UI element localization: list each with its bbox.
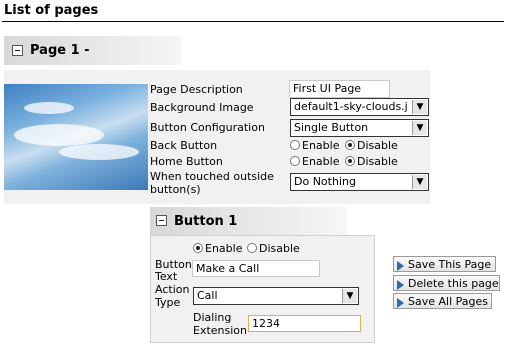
button-configuration-label: Button Configuration — [150, 121, 265, 134]
home-enable-radio[interactable] — [290, 156, 300, 166]
action-type-value: Call — [197, 289, 218, 302]
home-disable-label: Disable — [357, 155, 398, 168]
button-text-label-cont: Text — [155, 270, 178, 283]
button-disable-radio[interactable] — [247, 243, 257, 253]
save-all-pages-label: Save All Pages — [408, 295, 488, 308]
touched-outside-select[interactable]: Do Nothing ▼ — [290, 173, 429, 191]
button-enable-label: Enable — [205, 242, 243, 255]
save-all-pages-button[interactable]: Save All Pages — [393, 293, 492, 309]
action-type-label: Action — [155, 283, 190, 296]
back-disable-radio[interactable] — [345, 140, 355, 150]
button-configuration-select[interactable]: Single Button ▼ — [290, 119, 429, 137]
dropdown-arrow-icon[interactable]: ▼ — [412, 121, 427, 135]
delete-page-button[interactable]: Delete this page — [393, 275, 500, 291]
home-enable-label: Enable — [302, 155, 340, 168]
home-button-label: Home Button — [150, 155, 223, 168]
dropdown-arrow-icon[interactable]: ▼ — [412, 175, 427, 189]
cloud-shape — [14, 124, 104, 146]
touched-outside-value: Do Nothing — [294, 175, 356, 188]
back-enable-label: Enable — [302, 139, 340, 152]
background-preview-image — [4, 84, 148, 190]
button-text-field[interactable]: Make a Call — [192, 260, 320, 277]
delete-page-label: Delete this page — [408, 277, 499, 290]
cloud-shape — [59, 144, 139, 160]
touched-outside-label: When touched outside — [150, 170, 274, 183]
play-triangle-icon — [397, 280, 404, 290]
play-triangle-icon — [397, 298, 404, 308]
background-image-label: Background Image — [150, 101, 254, 114]
dropdown-arrow-icon[interactable]: ▼ — [412, 100, 427, 114]
button-disable-label: Disable — [259, 242, 300, 255]
button-1-collapse-icon[interactable] — [156, 215, 167, 226]
play-triangle-icon — [397, 261, 404, 271]
back-button-label: Back Button — [150, 139, 218, 152]
page-1-collapse-icon[interactable] — [12, 45, 23, 56]
button-configuration-value: Single Button — [294, 121, 369, 134]
dialing-extension-label-cont: Extension — [193, 324, 248, 337]
button-enable-radio[interactable] — [193, 243, 203, 253]
page-description-label: Page Description — [150, 83, 243, 96]
action-type-select[interactable]: Call ▼ — [193, 287, 359, 305]
background-image-select[interactable]: default1-sky-clouds.j ▼ — [290, 98, 429, 116]
home-disable-radio[interactable] — [345, 156, 355, 166]
button-1-title: Button 1 — [174, 214, 238, 229]
title-divider — [2, 21, 504, 22]
page-1-title: Page 1 - — [30, 43, 90, 58]
cloud-shape — [24, 102, 74, 114]
action-type-label-cont: Type — [155, 296, 181, 309]
background-image-value: default1-sky-clouds.j — [294, 100, 408, 113]
back-enable-radio[interactable] — [290, 140, 300, 150]
page-list-title: List of pages — [4, 3, 99, 18]
dropdown-arrow-icon[interactable]: ▼ — [342, 289, 357, 303]
save-page-button[interactable]: Save This Page — [393, 256, 496, 272]
dialing-extension-label: Dialing — [193, 311, 232, 324]
page-description-field[interactable]: First UI Page — [289, 80, 390, 98]
save-page-label: Save This Page — [408, 258, 492, 271]
back-disable-label: Disable — [357, 139, 398, 152]
touched-outside-label-cont: button(s) — [150, 183, 201, 196]
dialing-extension-field[interactable]: 1234 — [248, 315, 361, 332]
